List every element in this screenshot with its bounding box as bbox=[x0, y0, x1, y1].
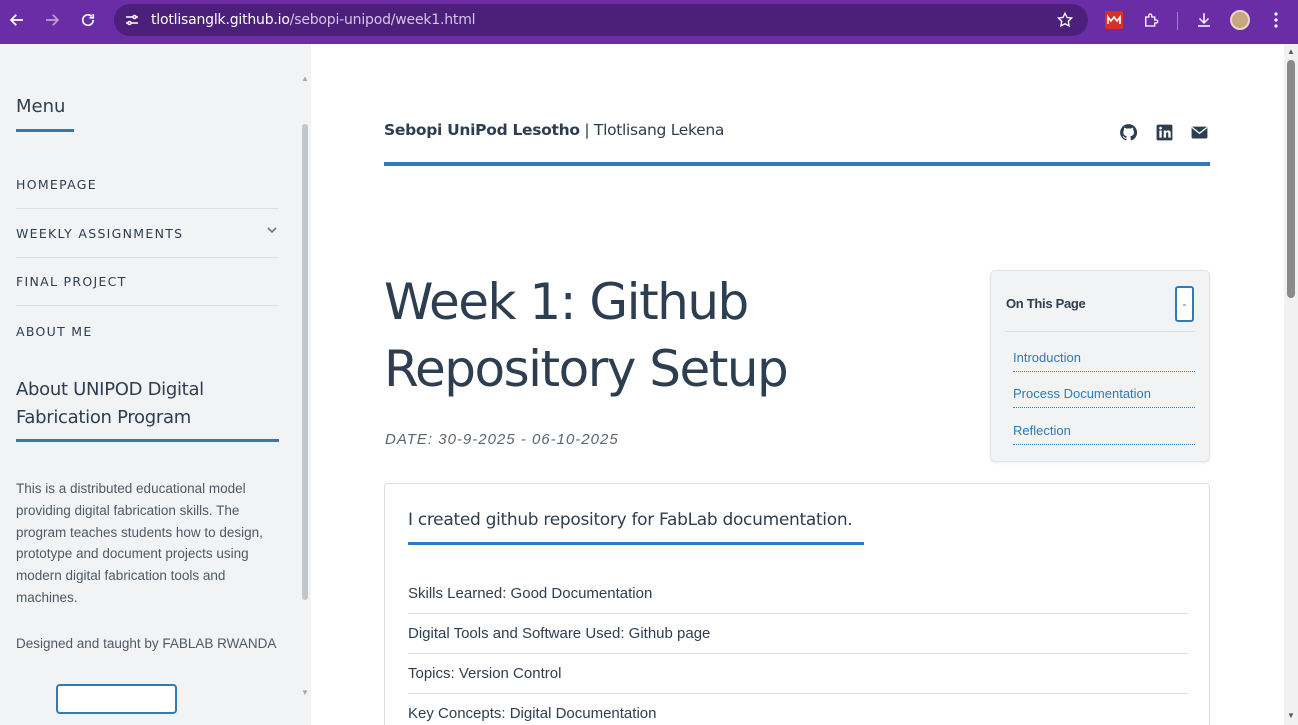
main-content: Sebopi UniPod Lesotho | Tlotlisang Leken… bbox=[311, 44, 1284, 725]
toolbar-divider bbox=[1177, 12, 1178, 30]
sidebar-item-label: WEEKLY ASSIGNMENTS bbox=[16, 226, 184, 241]
card-row-concepts: Key Concepts: Digital Documentation bbox=[408, 704, 657, 722]
bookmark-star-icon[interactable] bbox=[1056, 11, 1074, 29]
about-heading-underline bbox=[16, 439, 279, 442]
scroll-up-icon[interactable]: ▲ bbox=[1287, 48, 1295, 56]
github-icon[interactable] bbox=[1119, 123, 1138, 142]
about-description: This is a distributed educational model … bbox=[16, 481, 263, 605]
scroll-down-icon[interactable]: ▼ bbox=[1287, 712, 1295, 720]
date-range: DATE: 30-9-2025 - 06-10-2025 bbox=[385, 431, 619, 448]
address-bar[interactable]: tlotlisanglk.github.io/sebopi-unipod/wee… bbox=[114, 4, 1088, 36]
download-icon[interactable] bbox=[1195, 11, 1213, 29]
author-name: Tlotlisang Lekena bbox=[593, 121, 725, 139]
toc-link-introduction[interactable]: Introduction bbox=[1013, 350, 1195, 372]
envelope-icon[interactable] bbox=[1190, 123, 1209, 142]
sidebar-item-homepage[interactable]: HOMEPAGE bbox=[16, 161, 279, 209]
sidebar-item-label: ABOUT ME bbox=[16, 323, 93, 339]
sidebar-item-final-project[interactable]: FINAL PROJECT bbox=[16, 258, 279, 306]
sidebar-item-weekly-assignments[interactable]: WEEKLY ASSIGNMENTS bbox=[16, 210, 279, 258]
menu-title-underline bbox=[16, 129, 74, 132]
header-divider bbox=[384, 162, 1210, 166]
page-scrollbar[interactable]: ▲ ▼ bbox=[1284, 44, 1298, 725]
linkedin-icon[interactable] bbox=[1155, 123, 1174, 142]
toc-title: On This Page bbox=[1006, 296, 1086, 311]
site-header: Sebopi UniPod Lesotho | Tlotlisang Leken… bbox=[384, 121, 724, 139]
card-row-skills: Skills Learned: Good Documentation bbox=[408, 574, 1188, 614]
extension-icon[interactable] bbox=[1105, 11, 1123, 29]
scrollbar-thumb[interactable] bbox=[1287, 60, 1295, 298]
url-host: tlotlisanglk.github.io bbox=[151, 12, 290, 28]
header-separator: | bbox=[579, 121, 594, 139]
about-heading: About UNIPOD Digital Fabrication Program bbox=[16, 379, 204, 428]
sidebar-item-label: HOMEPAGE bbox=[16, 177, 97, 192]
page-title: Week 1: Github Repository Setup bbox=[384, 273, 789, 398]
url-text[interactable]: tlotlisanglk.github.io/sebopi-unipod/wee… bbox=[151, 12, 476, 28]
sidebar-item-label: FINAL PROJECT bbox=[16, 274, 127, 289]
kebab-menu-icon[interactable] bbox=[1267, 11, 1285, 29]
designed-by-text: Designed and taught by FABLAB RWANDA bbox=[16, 636, 277, 651]
reload-icon[interactable] bbox=[78, 10, 98, 30]
card-lead-text: I created github repository for FabLab d… bbox=[408, 510, 853, 530]
url-path: /sebopi-unipod/week1.html bbox=[289, 12, 476, 28]
toc-link-process-documentation[interactable]: Process Documentation bbox=[1013, 386, 1195, 408]
sidebar-action-button[interactable] bbox=[56, 684, 177, 714]
card-row-tools: Digital Tools and Software Used: Github … bbox=[408, 614, 1188, 654]
toc-divider bbox=[1005, 331, 1195, 332]
profile-avatar[interactable] bbox=[1230, 10, 1250, 30]
sidebar-scrollbar[interactable] bbox=[302, 124, 308, 600]
toc-link-reflection[interactable]: Reflection bbox=[1013, 423, 1195, 445]
chevron-down-icon[interactable] bbox=[265, 223, 279, 237]
forward-icon[interactable] bbox=[42, 10, 62, 30]
sidebar: Menu HOMEPAGE WEEKLY ASSIGNMENTS FINAL P… bbox=[0, 44, 311, 725]
browser-toolbar: tlotlisanglk.github.io/sebopi-unipod/wee… bbox=[0, 0, 1298, 44]
sidebar-item-about-me[interactable]: ABOUT ME bbox=[16, 307, 279, 355]
summary-card: I created github repository for FabLab d… bbox=[384, 483, 1210, 725]
sidebar-scroll-up-icon[interactable]: ▲ bbox=[301, 74, 309, 83]
card-row-topics: Topics: Version Control bbox=[408, 654, 1188, 694]
toc-collapse-button[interactable]: - bbox=[1175, 286, 1194, 322]
menu-title: Menu bbox=[16, 96, 66, 117]
puzzle-icon[interactable] bbox=[1142, 11, 1160, 29]
site-name[interactable]: Sebopi UniPod Lesotho bbox=[384, 121, 580, 139]
site-settings-icon[interactable] bbox=[124, 12, 140, 28]
card-lead-underline bbox=[408, 542, 864, 545]
back-icon[interactable] bbox=[7, 10, 27, 30]
sidebar-scroll-down-icon[interactable]: ▼ bbox=[301, 688, 309, 697]
table-of-contents: On This Page - Introduction Process Docu… bbox=[990, 270, 1210, 462]
